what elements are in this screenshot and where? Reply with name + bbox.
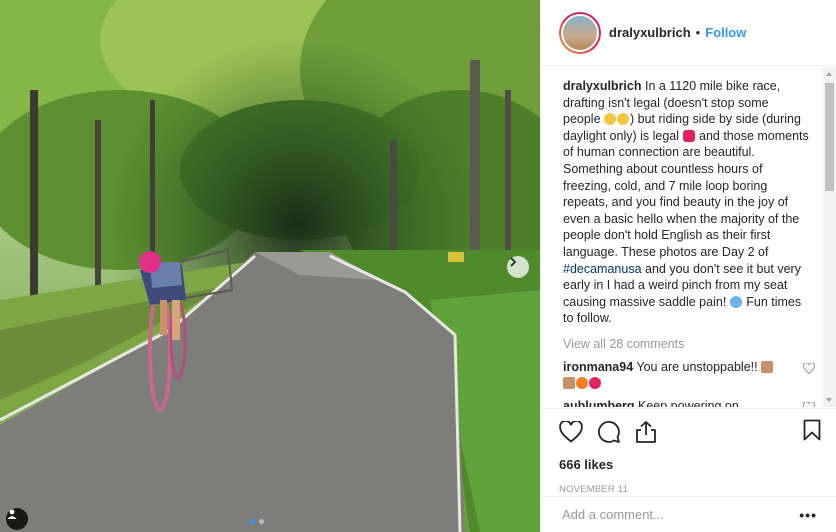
people-emoji-icon [761,360,774,373]
people-emoji-icon [563,377,575,390]
post-date: NOVEMBER 11 [559,484,629,495]
red-heart-emoji-icon [589,377,601,390]
add-comment-bar: ••• [541,496,836,532]
broken-heart-emoji-icon [682,129,695,142]
post-side-panel: dralyxulbrich • Follow dralyxulbrich In … [540,0,836,532]
comment-like-heart-icon[interactable] [803,362,815,374]
frown-emoji-icon [617,113,630,126]
heart-icon [559,421,583,443]
caption-text-3: and those moments of human connection ar… [563,128,809,259]
caption: dralyxulbrich In a 1120 mile bike race, … [563,78,809,327]
comment-item: aublumberg Keep powering on. [563,398,815,407]
carousel-indicator [250,519,264,524]
comment-username[interactable]: ironmana94 [563,360,633,374]
comment-bubble-icon [598,421,620,443]
like-button[interactable] [559,421,583,443]
like-count[interactable]: 666 likes [559,457,836,472]
avatar[interactable] [559,11,601,54]
header-username[interactable]: dralyxulbrich [609,25,691,40]
scroll-up-icon[interactable] [826,72,832,76]
share-icon [636,421,656,443]
user-tag-icon [7,509,17,519]
post-header: dralyxulbrich • Follow [541,0,836,66]
comment-button[interactable] [597,420,621,444]
instagram-post: dralyxulbrich • Follow dralyxulbrich In … [0,0,836,532]
bookmark-icon [803,419,821,441]
add-comment-input[interactable] [562,507,782,522]
caption-username[interactable]: dralyxulbrich [563,79,642,93]
comment-like-heart-icon[interactable] [803,401,815,407]
cyclist-road-scene [0,0,540,532]
action-icons [559,419,836,445]
hashtag-link[interactable]: #decamanusa [563,262,642,276]
share-button[interactable] [635,420,657,444]
comment-text: You are unstoppable!! [633,359,762,374]
next-photo-button[interactable] [507,256,529,278]
save-button[interactable] [803,419,821,446]
chevron-right-icon [510,257,517,267]
comment-text: Keep powering on. [634,398,743,407]
follow-button[interactable]: Follow [705,25,746,40]
more-options-button[interactable]: ••• [799,507,817,523]
header-separator: • [695,25,701,40]
carousel-dot [250,519,255,524]
comment-username[interactable]: aublumberg [563,399,635,407]
scroll-down-icon[interactable] [826,398,832,402]
post-photo[interactable] [0,0,540,532]
post-actions: 666 likes NOVEMBER 11 [541,408,836,495]
fire-emoji-icon [576,377,588,390]
comments-area: dralyxulbrich In a 1120 mile bike race, … [541,67,824,407]
view-all-comments-link[interactable]: View all 28 comments [563,336,824,353]
user-tag-button[interactable] [6,508,28,530]
comment-item: ironmana94 You are unstoppable!! [563,359,815,392]
comments-scrollbar[interactable] [823,67,836,407]
scrollbar-thumb[interactable] [825,83,834,191]
crying-emoji-icon [729,295,742,308]
grimace-emoji-icon [604,113,617,126]
carousel-dot [259,519,264,524]
